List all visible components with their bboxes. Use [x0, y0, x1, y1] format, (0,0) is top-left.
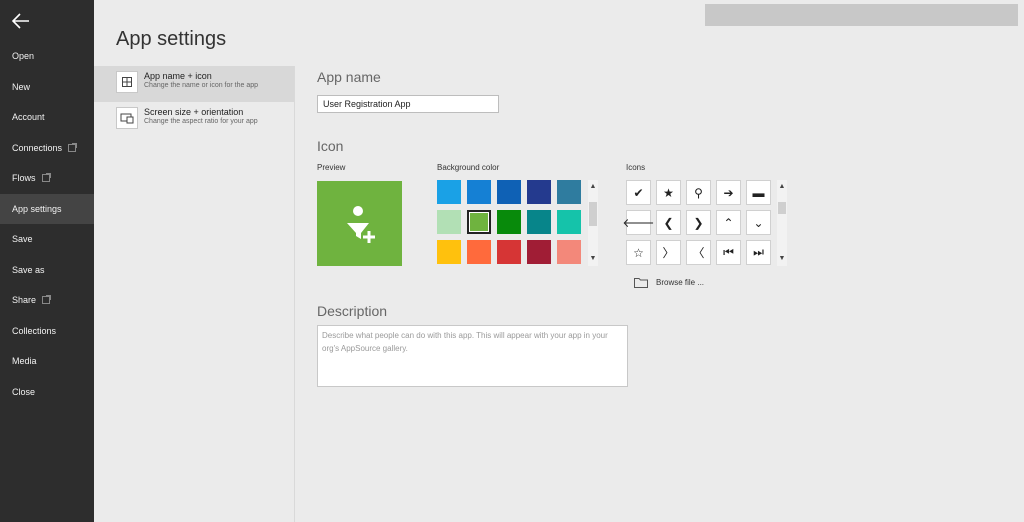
check-icon[interactable]: ✔ [626, 180, 651, 205]
category-app-name-icon[interactable]: App name + icon Change the name or icon … [94, 66, 294, 102]
left-navigation: Open New Account Connections Flows App settin… [0, 0, 94, 522]
preview-label: Preview [317, 163, 346, 172]
icon-heading: Icon [317, 138, 344, 154]
nav-item-label: Media [12, 356, 37, 366]
arrow-left-icon[interactable]: 🡐 [622, 210, 655, 235]
nav-item-label: App settings [12, 203, 62, 214]
description-heading: Description [317, 303, 388, 319]
color-swatch[interactable] [527, 180, 551, 204]
external-link-icon [41, 173, 51, 183]
chevron-right-thin-icon[interactable]: 〉 [656, 240, 681, 265]
category-title: Screen size + orientation [144, 107, 244, 117]
color-swatch[interactable] [467, 210, 491, 234]
skip-last-icon[interactable]: ⏭ [746, 240, 771, 265]
star-outline-icon[interactable]: ☆ [626, 240, 651, 265]
color-swatch[interactable] [467, 180, 491, 204]
color-swatch[interactable] [467, 240, 491, 264]
nav-item-collections[interactable]: Collections [0, 316, 94, 347]
nav-item-media[interactable]: Media [0, 346, 94, 377]
nav-item-label: Open [12, 51, 35, 61]
chevron-left-icon[interactable]: ❮ [656, 210, 681, 235]
chevron-down-icon[interactable]: ⌄ [746, 210, 771, 235]
scroll-thumb[interactable] [589, 202, 597, 226]
nav-item-label: Collections [12, 325, 57, 336]
color-swatch[interactable] [497, 240, 521, 264]
scroll-down-icon[interactable]: ▼ [588, 254, 598, 264]
color-swatch[interactable] [527, 240, 551, 264]
nav-item-save-as[interactable]: Save as [0, 255, 94, 286]
icons-label: Icons [626, 163, 646, 172]
color-scrollbar[interactable]: ▲ ▼ [588, 180, 598, 266]
scroll-up-icon[interactable]: ▲ [588, 182, 598, 192]
color-swatch[interactable] [527, 210, 551, 234]
scroll-up-icon[interactable]: ▲ [777, 182, 787, 192]
nav-item-label: Connections [12, 142, 63, 153]
category-subtitle: Change the aspect ratio for your app [144, 118, 258, 125]
chevron-right-icon[interactable]: ❯ [686, 210, 711, 235]
background-color-grid [437, 180, 581, 266]
icons-grid: ✔ ★ ⚲ ➔ ▬ 🡐 ❮ ❯ ⌃ ⌄ ☆ 〉〈 ⏮ ⏭ [622, 180, 771, 265]
nav-item-label: Flows [12, 173, 36, 183]
external-link-icon [42, 295, 52, 305]
nav-item-save[interactable]: Save [0, 224, 94, 255]
nav-list: Open New Account Connections Flows App settin… [0, 41, 94, 407]
nav-item-close[interactable]: Close [0, 377, 94, 408]
description-textarea[interactable] [317, 325, 628, 387]
skip-first-icon[interactable]: ⏮ [716, 240, 741, 265]
category-screen-size[interactable]: Screen size + orientation Change the asp… [94, 102, 294, 138]
color-swatch[interactable] [557, 240, 581, 264]
external-link-icon [68, 142, 78, 152]
panel-divider [294, 66, 295, 522]
app-name-input[interactable] [317, 95, 499, 113]
nav-item-app-settings[interactable]: App settings [0, 193, 94, 224]
icons-scrollbar[interactable]: ▲ ▼ [777, 180, 787, 266]
arrow-right-icon[interactable]: ➔ [716, 180, 741, 205]
nav-item-label: Share [12, 295, 37, 305]
nav-item-label: Account [12, 112, 45, 122]
page-title: App settings [116, 28, 227, 50]
settings-categories: App name + icon Change the name or icon … [94, 66, 294, 138]
color-swatch[interactable] [437, 180, 461, 204]
nav-item-label: Save as [12, 264, 45, 275]
app-name-heading: App name [317, 69, 381, 85]
color-swatch[interactable] [437, 240, 461, 264]
color-swatch[interactable] [557, 210, 581, 234]
chevron-left-thin-icon[interactable]: 〈 [686, 240, 711, 265]
star-icon[interactable]: ★ [656, 180, 681, 205]
screen-icon [116, 107, 138, 129]
nav-item-share[interactable]: Share [0, 285, 94, 316]
add-user-icon [346, 205, 375, 243]
chevron-up-icon[interactable]: ⌃ [716, 210, 741, 235]
search-icon[interactable]: ⚲ [686, 180, 711, 205]
nav-item-open[interactable]: Open [0, 41, 94, 72]
nav-item-connections[interactable]: Connections [0, 133, 94, 164]
nav-item-label: Close [12, 386, 36, 397]
category-subtitle: Change the name or icon for the app [144, 82, 259, 89]
folder-icon [634, 278, 648, 288]
icon-preview [317, 181, 402, 266]
nav-item-account[interactable]: Account [0, 102, 94, 133]
color-swatch[interactable] [557, 180, 581, 204]
minus-icon[interactable]: ▬ [746, 180, 771, 205]
grid-icon [116, 71, 138, 93]
nav-item-label: New [12, 81, 31, 92]
color-swatch[interactable] [497, 180, 521, 204]
nav-item-new[interactable]: New [0, 72, 94, 103]
back-arrow-icon[interactable] [10, 10, 32, 32]
nav-item-label: Save [12, 234, 33, 244]
category-title: App name + icon [144, 71, 212, 81]
search-bar[interactable] [705, 4, 1018, 26]
color-swatch[interactable] [497, 210, 521, 234]
color-swatch[interactable] [437, 210, 461, 234]
background-color-label: Background color [437, 163, 500, 172]
nav-item-flows[interactable]: Flows [0, 163, 94, 194]
browse-file-button[interactable]: Browse file ... [634, 277, 704, 288]
scroll-down-icon[interactable]: ▼ [777, 254, 787, 264]
scroll-thumb[interactable] [778, 202, 786, 214]
browse-file-label: Browse file ... [656, 278, 705, 287]
